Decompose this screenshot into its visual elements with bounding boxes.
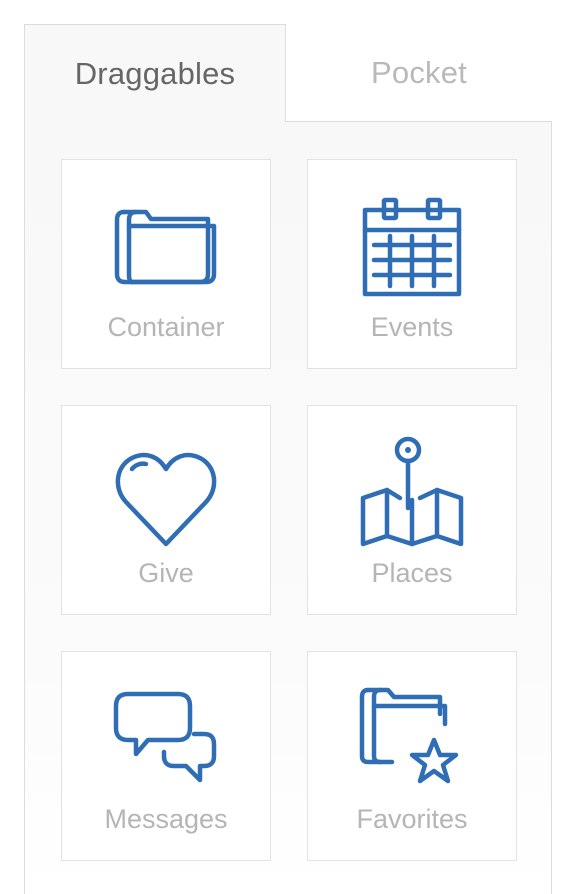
- tile-label: Give: [138, 558, 194, 588]
- tile-label: Messages: [104, 804, 228, 834]
- tile-label: Container: [107, 312, 225, 342]
- tile-container[interactable]: Container: [61, 159, 271, 369]
- tile-label: Favorites: [356, 804, 468, 834]
- tile-label: Places: [371, 558, 453, 588]
- tile-places[interactable]: Places: [307, 405, 517, 615]
- folder-icon: [106, 190, 226, 310]
- tab-draggables[interactable]: Draggables: [24, 24, 286, 122]
- tile-messages[interactable]: Messages: [61, 651, 271, 861]
- tab-draggables-label: Draggables: [74, 55, 236, 91]
- heart-icon: [106, 436, 226, 556]
- tile-events[interactable]: Events: [307, 159, 517, 369]
- draggables-panel: Draggables Pocket Container Events Give …: [24, 24, 552, 894]
- folder-star-icon: [352, 682, 472, 802]
- calendar-icon: [352, 190, 472, 310]
- chat-bubbles-icon: [106, 682, 226, 802]
- tiles-grid: Container Events Give Places Messages Fa…: [24, 121, 552, 894]
- tile-give[interactable]: Give: [61, 405, 271, 615]
- map-pin-icon: [352, 436, 472, 556]
- tile-label: Events: [370, 312, 454, 342]
- tab-pocket-label: Pocket: [371, 54, 467, 90]
- tile-favorites[interactable]: Favorites: [307, 651, 517, 861]
- tab-pocket[interactable]: Pocket: [286, 24, 552, 121]
